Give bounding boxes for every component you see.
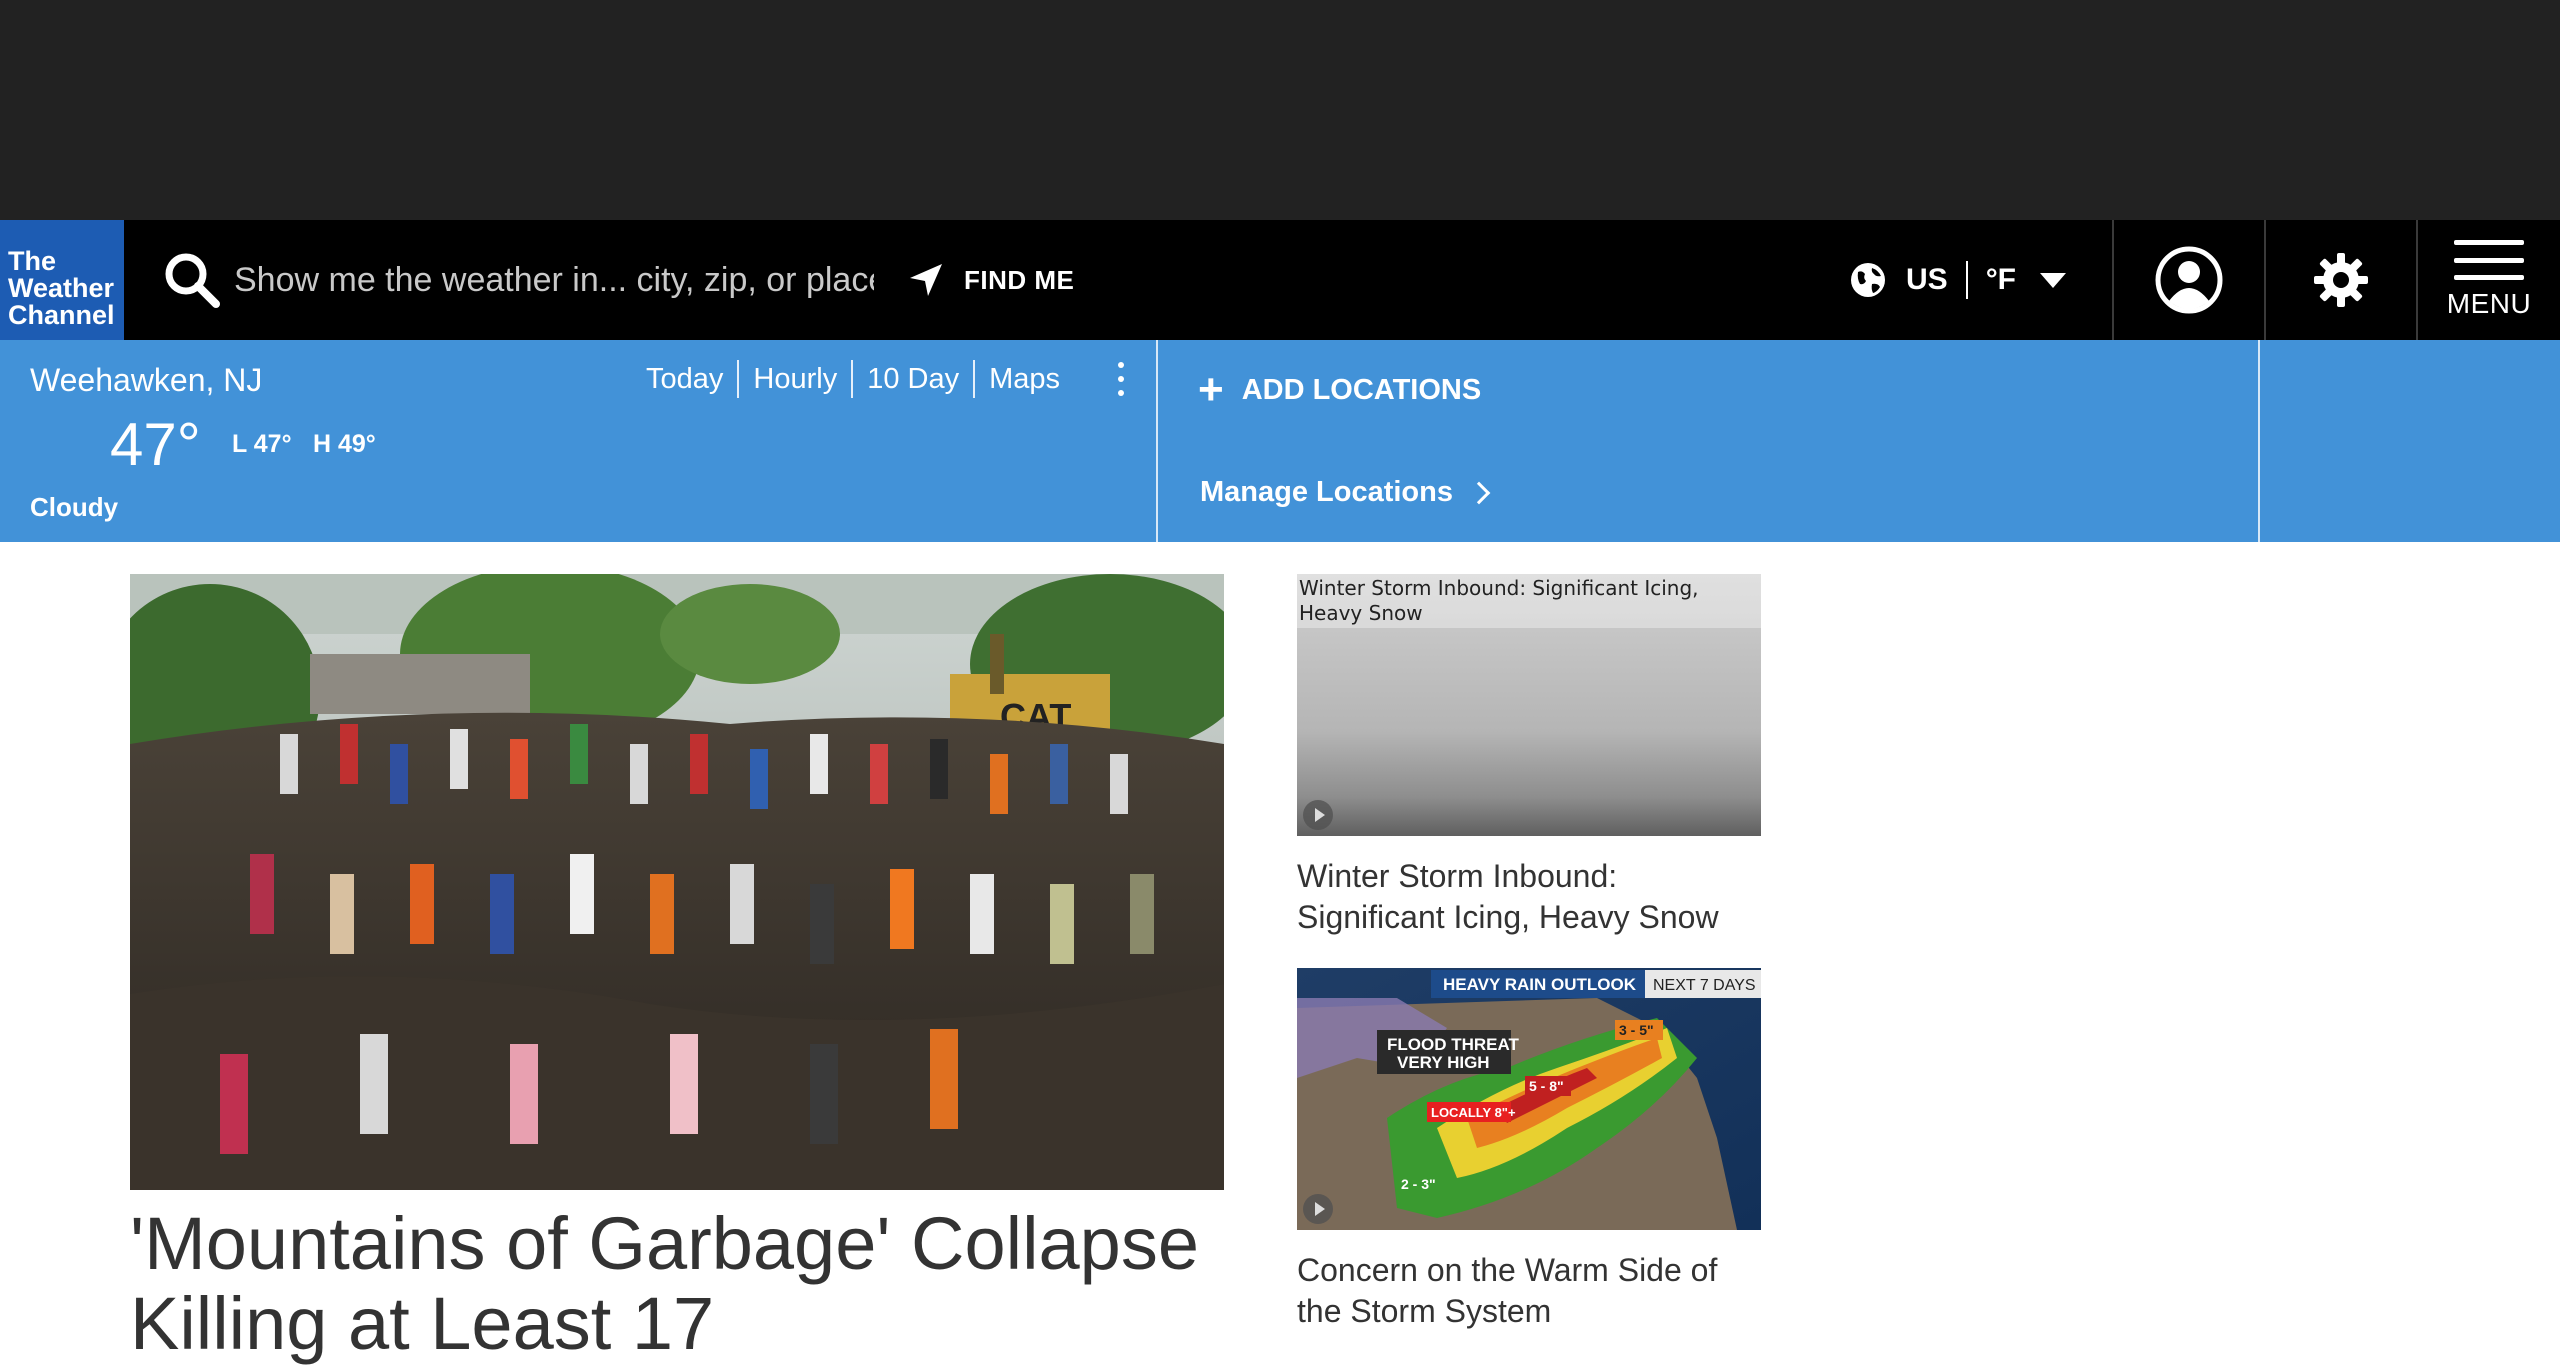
add-locations-button[interactable]: + ADD LOCATIONS	[1198, 365, 1482, 414]
range-3-5-label: 3 - 5"	[1619, 1022, 1654, 1038]
menu-label: MENU	[2446, 288, 2532, 319]
tab-today[interactable]: Today	[634, 360, 740, 398]
caret-down-icon	[2040, 272, 2067, 288]
range-5-8-label: 5 - 8"	[1529, 1078, 1564, 1094]
location-name[interactable]: Weehawken, NJ	[30, 362, 262, 399]
weather-channel-logo[interactable]: The Weather Channel	[0, 220, 124, 340]
locale-divider	[1965, 261, 1968, 299]
tab-10-day[interactable]: 10 Day	[853, 360, 976, 398]
range-2-3-label: 2 - 3"	[1401, 1176, 1436, 1192]
site-header: The Weather Channel FIND ME US °F	[0, 220, 2560, 340]
logo-line-1: The	[8, 246, 57, 276]
hero-photo: CAT	[130, 574, 1224, 1190]
play-icon[interactable]	[1303, 1194, 1333, 1224]
top-ad-banner	[0, 0, 2560, 220]
location-bar-divider	[2258, 340, 2260, 542]
profile-button[interactable]	[2112, 220, 2264, 340]
video-title[interactable]: Concern on the Warm Side of the Storm Sy…	[1297, 1250, 1761, 1332]
hero-headline[interactable]: 'Mountains of Garbage' Collapse Killing …	[130, 1204, 1250, 1364]
locale-selector[interactable]: US °F	[1848, 256, 2067, 304]
tab-maps[interactable]: Maps	[975, 360, 1074, 398]
plus-icon: +	[1198, 365, 1224, 414]
locally-label: LOCALLY 8"+	[1431, 1105, 1516, 1120]
hero-image[interactable]: CAT	[130, 574, 1224, 1190]
outlook-label: HEAVY RAIN OUTLOOK	[1443, 975, 1637, 994]
unit-label: °F	[1985, 263, 2017, 296]
video-card[interactable]: HEAVY RAIN OUTLOOK NEXT 7 DAYS FLOOD THR…	[1297, 968, 1761, 1332]
region-label: US	[1906, 263, 1948, 296]
location-bar: Weehawken, NJ 47° L 47° H 49° Cloudy Tod…	[0, 340, 2560, 542]
play-icon[interactable]	[1303, 800, 1333, 830]
manage-locations-link[interactable]: Manage Locations	[1200, 476, 1491, 509]
forecast-tabs: Today Hourly 10 Day Maps	[634, 360, 1074, 398]
find-me-button[interactable]: FIND ME	[906, 258, 1074, 302]
add-locations-label: ADD LOCATIONS	[1241, 373, 1482, 406]
settings-button[interactable]	[2264, 220, 2416, 340]
video-card[interactable]: Winter Storm Inbound: Significant Icing,…	[1297, 574, 1761, 938]
find-me-label: FIND ME	[964, 264, 1075, 295]
logo-line-3: Channel	[8, 300, 115, 330]
hamburger-icon	[2454, 240, 2524, 280]
video-thumbnail[interactable]: Winter Storm Inbound: Significant Icing,…	[1297, 574, 1761, 836]
search-input[interactable]	[234, 250, 874, 310]
location-arrow-icon	[910, 264, 942, 296]
tab-hourly[interactable]: Hourly	[739, 360, 854, 398]
thumbnail-caption: Winter Storm Inbound: Significant Icing,…	[1297, 574, 1761, 628]
menu-button[interactable]: MENU	[2416, 220, 2560, 340]
rain-outlook-map: HEAVY RAIN OUTLOOK NEXT 7 DAYS FLOOD THR…	[1297, 968, 1761, 1230]
high-temperature: H 49°	[313, 430, 376, 458]
user-icon	[2155, 246, 2223, 314]
logo-line-2: Weather	[8, 273, 115, 303]
current-temperature: 47°	[110, 411, 201, 478]
globe-icon	[1851, 263, 1885, 297]
gear-icon	[2314, 253, 2368, 307]
more-options-icon[interactable]	[1116, 362, 1126, 396]
flood-level-label: VERY HIGH	[1397, 1053, 1490, 1072]
chevron-right-icon	[1467, 481, 1491, 504]
flood-threat-label: FLOOD THREAT	[1387, 1035, 1520, 1054]
weather-condition: Cloudy	[30, 492, 119, 522]
current-location-panel[interactable]: Weehawken, NJ 47° L 47° H 49° Cloudy Tod…	[0, 340, 1158, 542]
low-temperature: L 47°	[232, 430, 292, 458]
video-title[interactable]: Winter Storm Inbound: Significant Icing,…	[1297, 856, 1761, 938]
manage-locations-label: Manage Locations	[1200, 476, 1453, 508]
search-icon[interactable]	[160, 248, 224, 312]
video-thumbnail[interactable]: HEAVY RAIN OUTLOOK NEXT 7 DAYS FLOOD THR…	[1297, 968, 1761, 1230]
period-label: NEXT 7 DAYS	[1653, 977, 1756, 994]
